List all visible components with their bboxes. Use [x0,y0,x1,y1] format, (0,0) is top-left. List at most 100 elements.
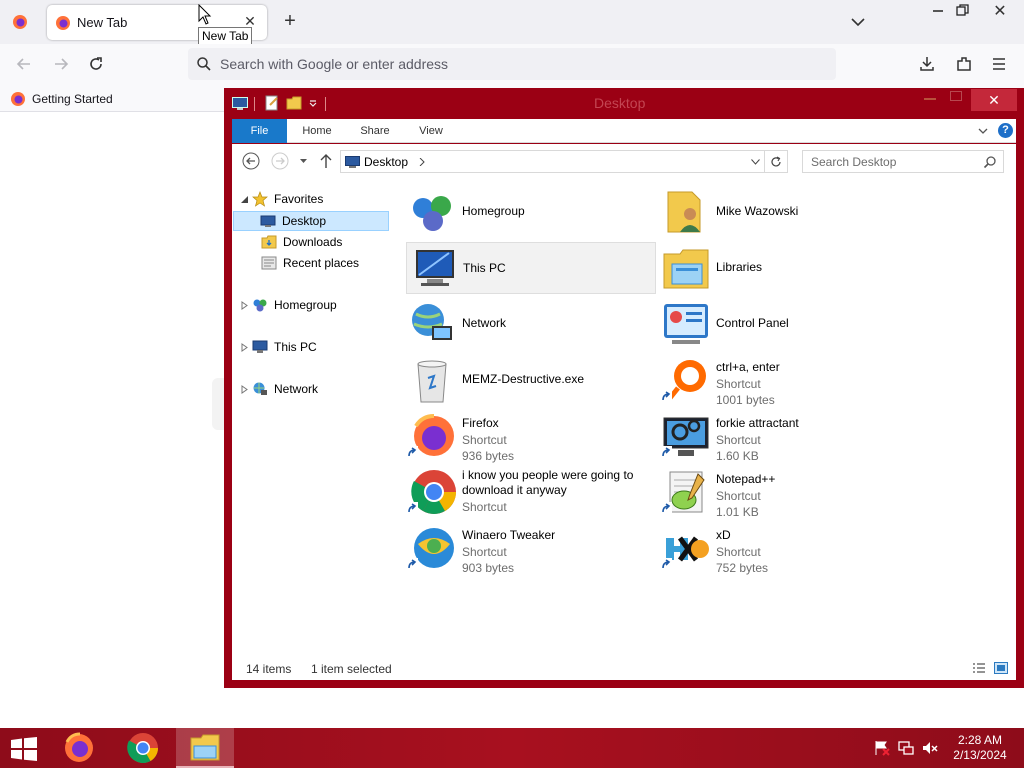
action-center-flag-icon[interactable] [873,739,891,757]
system-clock[interactable]: 2:28 AM 2/13/2024 [946,733,1014,763]
reload-icon[interactable] [87,55,105,73]
item-user-folder[interactable]: Mike Wazowski [660,186,910,238]
quick-access-dropdown-icon[interactable] [308,98,318,108]
new-tab-button[interactable]: + [280,11,300,31]
collapsed-arrow-icon[interactable] [240,300,249,310]
minimize-icon[interactable] [928,3,948,17]
clock-date: 2/13/2024 [953,748,1007,762]
firefox-view-icon[interactable] [8,10,32,34]
item-winaero-tweaker[interactable]: Winaero Tweaker Shortcut 903 bytes [406,522,656,575]
search-input[interactable] [811,154,981,170]
windows-start-icon[interactable] [10,737,38,761]
homegroup-icon [253,299,267,312]
navigation-pane: Favorites Desktop Downloads Recent place… [232,178,392,656]
back-arrow-icon[interactable] [15,55,33,73]
item-control-panel[interactable]: Control Panel [660,298,910,350]
item-libraries[interactable]: Libraries [660,242,910,294]
nav-label: Homegroup [274,298,337,312]
chevron-down-icon[interactable] [849,13,867,31]
nav-label: Downloads [283,235,343,249]
refresh-button[interactable] [765,150,788,173]
minimize-icon[interactable] [924,98,936,100]
properties-icon[interactable] [264,95,280,111]
collapsed-arrow-icon[interactable] [240,384,249,394]
browser-tab-bar: New Tab ✕ + ✕ [0,0,1024,44]
extensions-icon[interactable] [955,55,973,73]
close-icon[interactable]: ✕ [990,1,1010,20]
tab-view[interactable]: View [408,119,454,143]
shortcut-arrow-icon [660,502,672,514]
forward-arrow-icon[interactable] [52,55,70,73]
item-firefox[interactable]: Firefox Shortcut 936 bytes [406,410,656,463]
nav-this-pc[interactable]: This PC [240,337,317,357]
download-icon[interactable] [918,55,936,73]
shortcut-arrow-icon [660,390,672,402]
back-arrow-icon[interactable] [242,152,260,170]
close-button[interactable]: ✕ [971,89,1017,111]
item-forkie-attractant[interactable]: forkie attractant Shortcut 1.60 KB [660,410,910,463]
nav-favorites[interactable]: Favorites [240,189,323,209]
item-memz[interactable]: MEMZ-Destructive.exe [406,354,656,406]
bookmark-getting-started[interactable]: Getting Started [10,91,113,107]
shortcut-arrow-icon [660,558,672,570]
item-size: 936 bytes [462,449,515,463]
shortcut-arrow-icon [660,446,672,458]
firefox-icon [11,92,25,106]
new-folder-icon[interactable] [286,95,302,111]
expand-ribbon-icon[interactable] [978,126,988,136]
forward-arrow-icon[interactable] [271,152,289,170]
tiles-view-icon[interactable] [994,662,1008,674]
collapsed-arrow-icon[interactable] [240,342,249,352]
taskbar-file-explorer[interactable] [176,728,234,768]
breadcrumb-desktop[interactable]: Desktop [364,155,408,169]
search-box[interactable] [802,150,1004,173]
nav-recent-places[interactable]: Recent places [261,253,359,273]
recent-locations-icon[interactable] [299,157,308,165]
item-this-pc[interactable]: This PC [406,242,656,294]
explorer-title-bar[interactable]: Desktop ✕ [224,88,1024,118]
maximize-icon[interactable] [950,91,962,101]
expanded-arrow-icon[interactable] [240,195,249,204]
chevron-right-icon[interactable] [419,158,425,166]
item-size: 752 bytes [716,561,769,575]
up-arrow-icon[interactable] [320,153,332,169]
item-name: Winaero Tweaker [462,528,556,542]
tab-tooltip: New Tab [198,27,253,45]
item-name: ctrl+a, enter [716,360,780,374]
nav-desktop[interactable]: Desktop [233,211,389,231]
details-view-icon[interactable] [972,662,986,674]
item-homegroup[interactable]: Homegroup [406,186,656,238]
volume-muted-icon[interactable] [921,739,939,757]
item-network[interactable]: Network [406,298,656,350]
url-input[interactable] [220,54,820,74]
explorer-address-bar[interactable]: Desktop [340,150,765,173]
taskbar-chrome[interactable] [114,728,172,768]
network-tray-icon[interactable] [897,739,915,757]
item-name: Libraries [716,260,763,274]
item-name: xD [716,528,731,542]
item-xd[interactable]: xD Shortcut 752 bytes [660,522,910,575]
user-folder-icon [667,191,701,233]
item-ctrl-a-enter[interactable]: ctrl+a, enter Shortcut 1001 bytes [660,354,910,407]
restore-icon[interactable] [954,2,970,18]
item-size: 1.60 KB [716,449,759,463]
tab-file[interactable]: File [232,119,287,143]
address-bar[interactable] [188,48,836,80]
help-button[interactable]: ? [998,123,1013,138]
item-notepadpp[interactable]: Notepad++ Shortcut 1.01 KB [660,466,910,519]
tab-share[interactable]: Share [350,119,400,143]
item-size: 903 bytes [462,561,515,575]
taskbar-firefox[interactable] [50,728,108,768]
tab-home[interactable]: Home [292,119,342,143]
item-type: Shortcut [716,545,761,559]
hamburger-menu-icon[interactable] [991,56,1007,72]
chevron-down-icon[interactable] [751,159,760,165]
item-name: forkie attractant [716,416,799,430]
nav-homegroup[interactable]: Homegroup [240,295,337,315]
nav-network[interactable]: Network [240,379,318,399]
item-chrome-shortcut[interactable]: i know you people were going to download… [406,466,656,518]
nav-downloads[interactable]: Downloads [261,232,342,252]
item-name: Mike Wazowski [716,204,799,218]
computer-icon [416,250,454,286]
tab-title: New Tab [77,15,128,30]
